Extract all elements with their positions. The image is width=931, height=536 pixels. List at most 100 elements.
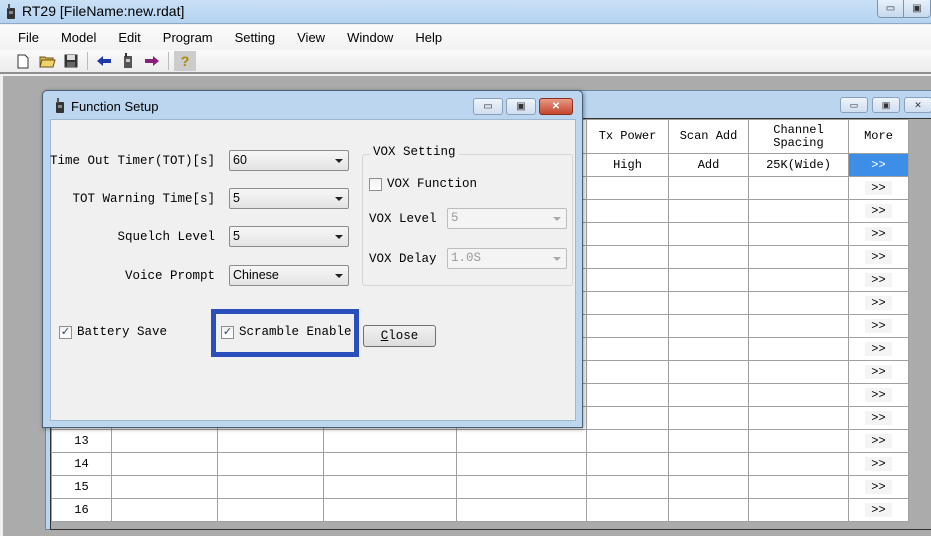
channel-spacing-cell[interactable] xyxy=(748,337,849,361)
column-header-channel-spacing[interactable]: Channel Spacing xyxy=(748,119,849,154)
menu-help[interactable]: Help xyxy=(407,30,450,45)
dialog-maximize-button[interactable]: ▣ xyxy=(506,98,536,115)
child-close-button[interactable]: ✕ xyxy=(904,97,931,113)
tx-power-cell[interactable] xyxy=(586,176,669,200)
scan-add-cell[interactable] xyxy=(668,291,749,315)
cell[interactable] xyxy=(323,498,457,522)
scramble-enable-checkbox[interactable]: ✓ xyxy=(221,326,234,339)
cell[interactable] xyxy=(217,475,324,499)
help-icon[interactable]: ? xyxy=(174,51,196,71)
table-row[interactable]: 13 >> xyxy=(51,429,909,453)
cell[interactable] xyxy=(111,452,218,476)
more-button[interactable]: >> xyxy=(848,291,909,315)
channel-spacing-cell[interactable] xyxy=(748,383,849,407)
more-button[interactable]: >> xyxy=(848,176,909,200)
scan-add-cell[interactable] xyxy=(668,176,749,200)
cell[interactable] xyxy=(217,498,324,522)
cell[interactable] xyxy=(217,429,324,453)
table-row[interactable]: 14 >> xyxy=(51,452,909,476)
child-restore-button[interactable]: ▣ xyxy=(872,97,900,113)
scan-add-cell[interactable] xyxy=(668,475,749,499)
tx-power-cell[interactable] xyxy=(586,245,669,269)
row-number[interactable]: 14 xyxy=(51,452,112,476)
open-folder-icon[interactable] xyxy=(36,51,58,71)
menu-model[interactable]: Model xyxy=(53,30,104,45)
menu-edit[interactable]: Edit xyxy=(110,30,148,45)
battery-save-checkbox[interactable]: ✓ xyxy=(59,326,72,339)
channel-spacing-cell[interactable] xyxy=(748,475,849,499)
channel-spacing-cell[interactable] xyxy=(748,452,849,476)
tx-power-cell[interactable] xyxy=(586,383,669,407)
more-button[interactable]: >> xyxy=(848,360,909,384)
cell[interactable] xyxy=(456,429,587,453)
menu-window[interactable]: Window xyxy=(339,30,401,45)
scan-add-cell[interactable] xyxy=(668,268,749,292)
menu-program[interactable]: Program xyxy=(155,30,221,45)
channel-spacing-cell[interactable] xyxy=(748,314,849,338)
read-from-radio-icon[interactable] xyxy=(93,51,115,71)
maximize-button[interactable]: ▣ xyxy=(904,0,930,17)
cell[interactable] xyxy=(217,452,324,476)
new-file-icon[interactable] xyxy=(12,51,34,71)
vox-function-checkbox[interactable] xyxy=(369,178,382,191)
dialog-title-bar[interactable]: Function Setup ▭ ▣ ✕ xyxy=(43,91,582,119)
cell[interactable] xyxy=(456,498,587,522)
more-button[interactable]: >> xyxy=(848,245,909,269)
channel-spacing-cell[interactable]: 25K(Wide) xyxy=(748,153,849,177)
dialog-close-button[interactable]: ✕ xyxy=(539,98,573,115)
channel-spacing-cell[interactable] xyxy=(748,291,849,315)
more-button[interactable]: >> xyxy=(848,153,909,177)
scan-add-cell[interactable] xyxy=(668,452,749,476)
scan-add-cell[interactable] xyxy=(668,222,749,246)
more-button[interactable]: >> xyxy=(848,498,909,522)
scan-add-cell[interactable] xyxy=(668,498,749,522)
more-button[interactable]: >> xyxy=(848,406,909,430)
tx-power-cell[interactable] xyxy=(586,199,669,223)
menu-file[interactable]: File xyxy=(10,30,47,45)
tx-power-cell[interactable] xyxy=(586,291,669,315)
tx-power-cell[interactable] xyxy=(586,337,669,361)
row-number[interactable]: 13 xyxy=(51,429,112,453)
more-button[interactable]: >> xyxy=(848,429,909,453)
vox-level-select[interactable]: 5 xyxy=(447,208,567,229)
menu-setting[interactable]: Setting xyxy=(227,30,283,45)
write-to-radio-icon[interactable] xyxy=(141,51,163,71)
tx-power-cell[interactable] xyxy=(586,314,669,338)
tx-power-cell[interactable] xyxy=(586,406,669,430)
cell[interactable] xyxy=(456,475,587,499)
scan-add-cell[interactable] xyxy=(668,245,749,269)
dialog-minimize-button[interactable]: ▭ xyxy=(473,98,503,115)
menu-view[interactable]: View xyxy=(289,30,333,45)
tx-power-cell[interactable] xyxy=(586,475,669,499)
channel-spacing-cell[interactable] xyxy=(748,176,849,200)
cell[interactable] xyxy=(323,452,457,476)
cell[interactable] xyxy=(456,452,587,476)
radio-settings-icon[interactable] xyxy=(117,51,139,71)
row-number[interactable]: 16 xyxy=(51,498,112,522)
vox-delay-select[interactable]: 1.0S xyxy=(447,248,567,269)
cell[interactable] xyxy=(323,429,457,453)
cell[interactable] xyxy=(111,475,218,499)
tx-power-cell[interactable] xyxy=(586,429,669,453)
more-button[interactable]: >> xyxy=(848,314,909,338)
child-minimize-button[interactable]: ▭ xyxy=(840,97,868,113)
scan-add-cell[interactable] xyxy=(668,383,749,407)
column-header-tx-power[interactable]: Tx Power xyxy=(586,119,669,154)
tx-power-cell[interactable] xyxy=(586,452,669,476)
cell[interactable] xyxy=(111,498,218,522)
save-icon[interactable] xyxy=(60,51,82,71)
close-button[interactable]: Close xyxy=(363,325,436,347)
voice-prompt-select[interactable]: Chinese xyxy=(229,265,349,286)
squelch-select[interactable]: 5 xyxy=(229,226,349,247)
more-button[interactable]: >> xyxy=(848,475,909,499)
cell[interactable] xyxy=(111,429,218,453)
more-button[interactable]: >> xyxy=(848,337,909,361)
channel-spacing-cell[interactable] xyxy=(748,199,849,223)
scan-add-cell[interactable] xyxy=(668,314,749,338)
channel-spacing-cell[interactable] xyxy=(748,429,849,453)
column-header-scan-add[interactable]: Scan Add xyxy=(668,119,749,154)
cell[interactable] xyxy=(323,475,457,499)
table-row[interactable]: 16 >> xyxy=(51,498,909,522)
tot-warning-select[interactable]: 5 xyxy=(229,188,349,209)
channel-spacing-cell[interactable] xyxy=(748,498,849,522)
